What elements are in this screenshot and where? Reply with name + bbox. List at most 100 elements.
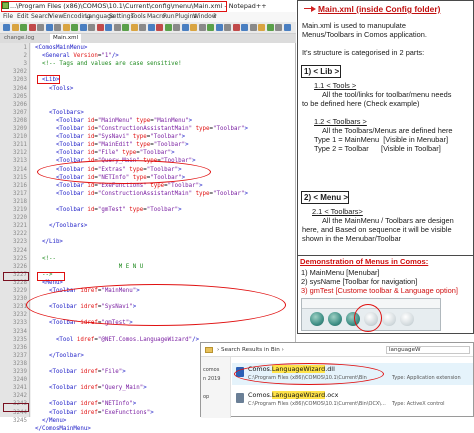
toolbar-button-icon[interactable] — [3, 24, 10, 31]
toolbar-button-icon[interactable] — [224, 24, 231, 31]
toolbar-button-icon[interactable] — [198, 24, 206, 31]
menu-item-settings[interactable]: Settings — [109, 12, 134, 22]
toolbar-button-icon[interactable] — [275, 24, 282, 31]
code-line[interactable]: <Toolbar idref="NETInfo"> — [35, 400, 136, 408]
code-line[interactable]: <Tool idref="@NET.Comos.LanguageWizard"/… — [35, 336, 199, 344]
code-line[interactable]: <Toolbar idref="ExeFunctions"> — [35, 409, 154, 417]
line-number: 3238 — [13, 360, 27, 367]
code-token: "File" — [97, 150, 119, 157]
line-number: 3224 — [13, 247, 27, 254]
menu-item--[interactable]: ? — [213, 12, 216, 22]
toolbar-button-icon[interactable] — [79, 24, 87, 31]
toolbar-button-icon[interactable] — [28, 24, 36, 31]
code-line[interactable]: </Menu> — [35, 417, 66, 425]
code-token: > — [244, 126, 248, 132]
code-token: "SysNavi" — [97, 134, 130, 141]
toolbar-button-icon[interactable] — [71, 24, 78, 31]
code-line[interactable]: <Toolbar id="MainEdit" type="Toolbar"> — [35, 141, 189, 149]
code-line[interactable]: <Toolbar id="SysNavi" type="Toolbar"> — [35, 133, 185, 141]
toolbar-button-icon[interactable] — [266, 24, 274, 31]
menu-item-run[interactable]: Run — [163, 12, 175, 22]
code-line[interactable]: <Toolbars> — [35, 109, 84, 117]
code-token: Version — [73, 53, 98, 60]
toolbar-button-icon[interactable] — [232, 24, 240, 31]
line-number: 3207 — [13, 109, 27, 116]
code-line[interactable]: <Toolbar id="ConstructionAssistantMain" … — [35, 125, 248, 133]
code-token: </ComosMainMenu> — [35, 425, 91, 432]
line-number: 3216 — [13, 182, 27, 189]
toolbar-button-icon[interactable] — [62, 24, 70, 31]
tab-change-log[interactable]: change.log — [4, 34, 34, 43]
toolbar-button-icon[interactable] — [258, 24, 265, 31]
code-token: </Toolbar> — [35, 352, 84, 359]
toolbar-button-icon[interactable] — [156, 24, 163, 31]
toolbar-button-icon[interactable] — [249, 24, 257, 31]
code-line[interactable]: <ComosMainMenu> — [35, 44, 87, 52]
code-line[interactable]: <!-- Tags and values are case sensitive! — [35, 60, 182, 68]
toolbar-button-icon[interactable] — [105, 24, 112, 31]
line-number: 3225 — [13, 255, 27, 262]
toolbar-button-icon[interactable] — [215, 24, 223, 31]
line-number: 3242 — [13, 393, 27, 400]
search-box[interactable]: languageW — [386, 346, 470, 354]
line-number: 3232 — [13, 312, 27, 319]
result-name: Comos.LanguageWizard.ocx — [248, 391, 339, 399]
code-token: > — [171, 150, 175, 157]
menu-item-view[interactable]: View — [49, 12, 63, 22]
code-line[interactable]: </Toolbars> — [35, 222, 87, 230]
code-line[interactable]: <General Version="1"/> — [35, 52, 119, 60]
nav-label-1[interactable]: comos — [203, 367, 219, 374]
comos-home-icon — [310, 312, 324, 326]
toolbar-button-icon[interactable] — [130, 24, 138, 31]
code-token: "ConstructionAssistantMain" — [97, 126, 193, 132]
search-address-bar: › Search Results in Bin › languageW — [201, 343, 473, 357]
menu-item-edit[interactable]: Edit — [17, 12, 29, 22]
toolbar-button-icon[interactable] — [207, 24, 214, 31]
toolbar-button-icon[interactable] — [164, 24, 172, 31]
toolbar-button-icon[interactable] — [37, 24, 44, 31]
toolbar-button-icon[interactable] — [20, 24, 27, 31]
code-line[interactable]: <Toolbar id="File" type="Toolbar"> — [35, 149, 175, 157]
toolbar-button-icon[interactable] — [147, 24, 155, 31]
toolbar-button-icon[interactable] — [173, 24, 180, 31]
toolbar-button-icon[interactable] — [241, 24, 248, 31]
code-line[interactable]: M E N U — [35, 263, 143, 271]
tab-main-xml[interactable]: Main.xml — [50, 34, 82, 43]
code-token: > — [181, 134, 186, 141]
code-token: > — [150, 409, 154, 416]
toolbar-button-icon[interactable] — [54, 24, 61, 31]
code-line[interactable]: <Toolbar id="MainMenu" type="MainMenu"> — [35, 117, 192, 125]
toolbar-button-icon[interactable] — [88, 24, 95, 31]
code-token: "ConstructionAssistantMain" — [97, 190, 193, 197]
toolbar-button-icon[interactable] — [283, 24, 291, 31]
code-line[interactable]: <!-- — [35, 255, 56, 263]
nav-label-2[interactable]: n 2019 — [203, 376, 220, 383]
toolbar-button-icon[interactable] — [190, 24, 197, 31]
code-line[interactable]: </ComosMainMenu> — [35, 425, 91, 433]
menu-item-file[interactable]: File — [3, 12, 13, 22]
code-line[interactable]: </Toolbar> — [35, 352, 84, 360]
toolbar-button-icon[interactable] — [122, 24, 129, 31]
nav-label-3[interactable]: op — [203, 394, 209, 401]
code-line[interactable]: <Tools> — [35, 85, 73, 93]
search-breadcrumb[interactable]: › Search Results in Bin › — [217, 343, 284, 357]
code-line[interactable]: <Toolbar id="ConstructionAssistantMain" … — [35, 190, 248, 198]
code-line[interactable]: <Toolbar id="gmTest" type="Toolbar"> — [35, 206, 182, 214]
menu-item-tools[interactable]: Tools — [131, 12, 146, 22]
toolbar-button-icon[interactable] — [45, 24, 53, 31]
notes-box: Main.xml (inside Config folder) Main.xml… — [297, 0, 474, 256]
toolbar-button-icon[interactable] — [11, 24, 19, 31]
search-result-row[interactable]: Comos.LanguageWizard.ocx C:\Program File… — [232, 389, 473, 411]
toolbar-button-icon[interactable] — [96, 24, 104, 31]
toolbar-button-icon[interactable] — [113, 24, 121, 31]
code-token: <Toolbar — [35, 385, 81, 392]
toolbar-button-icon[interactable] — [181, 24, 189, 31]
code-line[interactable]: <Toolbar idref="Query_Main"> — [35, 384, 147, 392]
demo-item-1: 1) MainMenu [Menubar] — [301, 268, 380, 277]
code-token: type — [192, 126, 210, 132]
code-token: "Query_Main" — [101, 385, 144, 392]
code-line[interactable]: </Lib> — [35, 238, 63, 246]
toolbar-button-icon[interactable] — [139, 24, 146, 31]
code-line[interactable]: <Toolbar idref="File"> — [35, 368, 126, 376]
intro-line-2: Menus/Toolbars in Comos application. — [302, 30, 427, 39]
